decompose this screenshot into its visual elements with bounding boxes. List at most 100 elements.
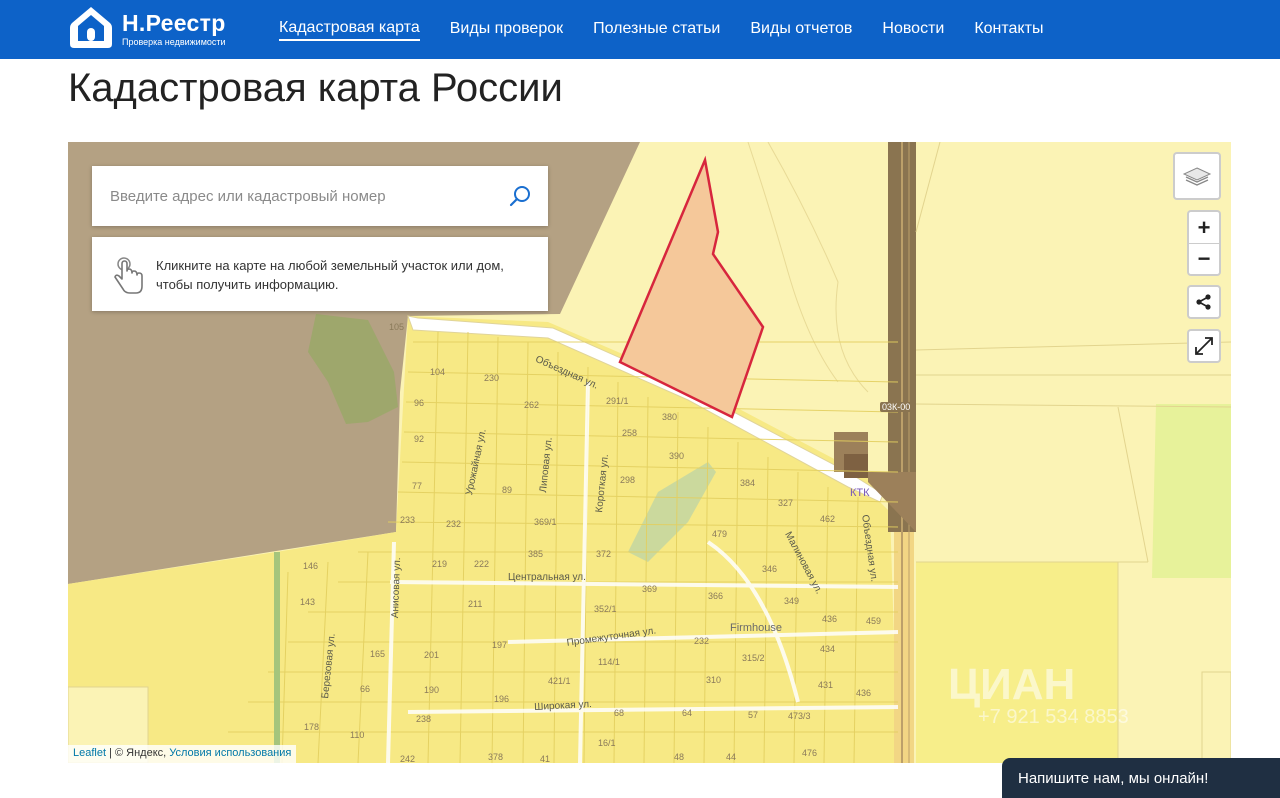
parcel-number: 16/1 bbox=[598, 738, 616, 748]
parcel-number: 369/1 bbox=[534, 517, 557, 527]
cadastral-map[interactable]: 105 104 230 96 262 291/1 380 92 258 390 … bbox=[68, 142, 1231, 763]
parcel-number: 96 bbox=[414, 398, 425, 408]
nav-contacts[interactable]: Контакты bbox=[974, 20, 1043, 40]
parcel-number: 378 bbox=[488, 752, 504, 762]
parcel-number: 178 bbox=[304, 722, 320, 732]
site-header: Н.Реестр Проверка недвижимости Кадастров… bbox=[0, 0, 1280, 59]
nav-check-types[interactable]: Виды проверок bbox=[450, 20, 563, 40]
parcel-number: 462 bbox=[820, 514, 836, 524]
hint-text: Кликните на карте на любой земельный уча… bbox=[156, 258, 504, 292]
parcel-number: 197 bbox=[492, 640, 508, 650]
parcel-number: 298 bbox=[620, 475, 636, 485]
zoom-out-button[interactable]: − bbox=[1189, 243, 1219, 274]
chat-widget-button[interactable]: Напишите нам, мы онлайн! bbox=[1002, 758, 1280, 798]
parcel-number: 110 bbox=[350, 730, 365, 740]
street-label: Анисовая ул. bbox=[390, 557, 404, 619]
parcel-number: 385 bbox=[528, 549, 544, 559]
parcel-number: 366 bbox=[708, 591, 724, 601]
parcel-number: 219 bbox=[432, 559, 448, 569]
site-logo[interactable]: Н.Реестр Проверка недвижимости bbox=[68, 4, 238, 52]
nav-report-types[interactable]: Виды отчетов bbox=[750, 20, 852, 40]
road-label: 03К-00 bbox=[880, 402, 913, 412]
nav-news[interactable]: Новости bbox=[882, 20, 944, 40]
parcel-number: 68 bbox=[614, 708, 625, 718]
parcel-number: 476 bbox=[802, 748, 818, 758]
search-icon[interactable] bbox=[508, 184, 532, 208]
attribution-text: | © Яндекс, bbox=[106, 747, 170, 759]
house-logo-icon bbox=[70, 7, 112, 48]
zoom-control: + − bbox=[1187, 210, 1221, 276]
logo-subtitle: Проверка недвижимости bbox=[122, 37, 226, 47]
parcel-number: 105 bbox=[389, 322, 405, 332]
parcel-number: 41 bbox=[540, 754, 551, 763]
parcel-number: 64 bbox=[682, 708, 693, 718]
share-button[interactable] bbox=[1187, 285, 1221, 319]
parcel-number: 262 bbox=[524, 400, 540, 410]
layers-button[interactable] bbox=[1173, 152, 1221, 200]
nav-articles[interactable]: Полезные статьи bbox=[593, 20, 720, 40]
parcel-number: 201 bbox=[424, 650, 440, 660]
parcel-number: 114/1 bbox=[598, 657, 620, 667]
parcel-number: 372 bbox=[596, 549, 612, 559]
parcel-number: 315/2 bbox=[742, 653, 765, 663]
parcel-number: 211 bbox=[468, 599, 483, 609]
watermark-phone: +7 921 534 8853 bbox=[978, 706, 1129, 728]
logo-title: Н.Реестр bbox=[122, 10, 226, 36]
parcel-number: 146 bbox=[303, 561, 319, 571]
parcel-number: 77 bbox=[412, 481, 423, 491]
parcel-number: 390 bbox=[669, 451, 685, 461]
parcel-number: 232 bbox=[694, 636, 710, 646]
fullscreen-icon bbox=[1195, 337, 1213, 355]
layers-icon bbox=[1182, 167, 1212, 186]
parcel-number: 327 bbox=[778, 498, 794, 508]
parcel-number: 66 bbox=[360, 684, 371, 694]
parcel-number: 143 bbox=[300, 597, 316, 607]
parcel-number: 421/1 bbox=[548, 676, 571, 686]
parcel-number: 436 bbox=[856, 688, 872, 698]
parcel-number: 380 bbox=[662, 412, 678, 422]
parcel-number: 431 bbox=[818, 680, 834, 690]
parcel-number: 196 bbox=[494, 694, 510, 704]
parcel-number: 48 bbox=[674, 752, 685, 762]
parcel-number: 384 bbox=[740, 478, 756, 488]
parcel-number: 232 bbox=[446, 519, 462, 529]
page-title: Кадастровая карта России bbox=[68, 66, 563, 110]
fullscreen-button[interactable] bbox=[1187, 329, 1221, 363]
parcel-number: 459 bbox=[866, 616, 882, 626]
search-input[interactable] bbox=[110, 166, 490, 226]
search-box bbox=[92, 166, 548, 226]
terms-link[interactable]: Условия использования bbox=[169, 747, 291, 759]
parcel-number: 104 bbox=[430, 367, 446, 377]
parcel-number: 57 bbox=[748, 710, 759, 720]
parcel-number: 230 bbox=[484, 373, 500, 383]
map-attribution: Leaflet | © Яндекс, Условия использовани… bbox=[68, 745, 297, 763]
parcel-number: 165 bbox=[370, 649, 386, 659]
parcel-number: 190 bbox=[424, 685, 440, 695]
parcel-number: 92 bbox=[414, 434, 425, 444]
hint-box: Кликните на карте на любой земельный уча… bbox=[92, 237, 548, 311]
parcel-number: 258 bbox=[622, 428, 638, 438]
hand-pointer-icon bbox=[114, 257, 143, 294]
parcel-number: 233 bbox=[400, 515, 416, 525]
poi-ktk[interactable]: КТК bbox=[850, 487, 870, 499]
parcel-number: 242 bbox=[400, 754, 416, 763]
parcel-number: 434 bbox=[820, 644, 836, 654]
parcel-number: 352/1 bbox=[594, 604, 617, 614]
poi-firmhouse[interactable]: Firmhouse bbox=[730, 622, 782, 634]
zoom-in-button[interactable]: + bbox=[1189, 212, 1219, 243]
parcel-number: 349 bbox=[784, 596, 800, 606]
watermark: ЦИАН bbox=[948, 660, 1076, 709]
parcel-number: 44 bbox=[726, 752, 737, 762]
parcel-number: 436 bbox=[822, 614, 838, 624]
share-icon bbox=[1196, 294, 1211, 310]
nav-cadastral-map[interactable]: Кадастровая карта bbox=[279, 19, 420, 41]
street-label: Центральная ул. bbox=[508, 572, 586, 583]
parcel-number: 238 bbox=[416, 714, 432, 724]
leaflet-link[interactable]: Leaflet bbox=[73, 747, 106, 759]
parcel-number: 310 bbox=[706, 675, 722, 685]
parcel-number: 369 bbox=[642, 584, 658, 594]
main-nav: Кадастровая карта Виды проверок Полезные… bbox=[279, 0, 1073, 59]
parcel-number: 473/3 bbox=[788, 711, 811, 721]
parcel-number: 291/1 bbox=[606, 396, 629, 406]
parcel-number: 479 bbox=[712, 529, 728, 539]
